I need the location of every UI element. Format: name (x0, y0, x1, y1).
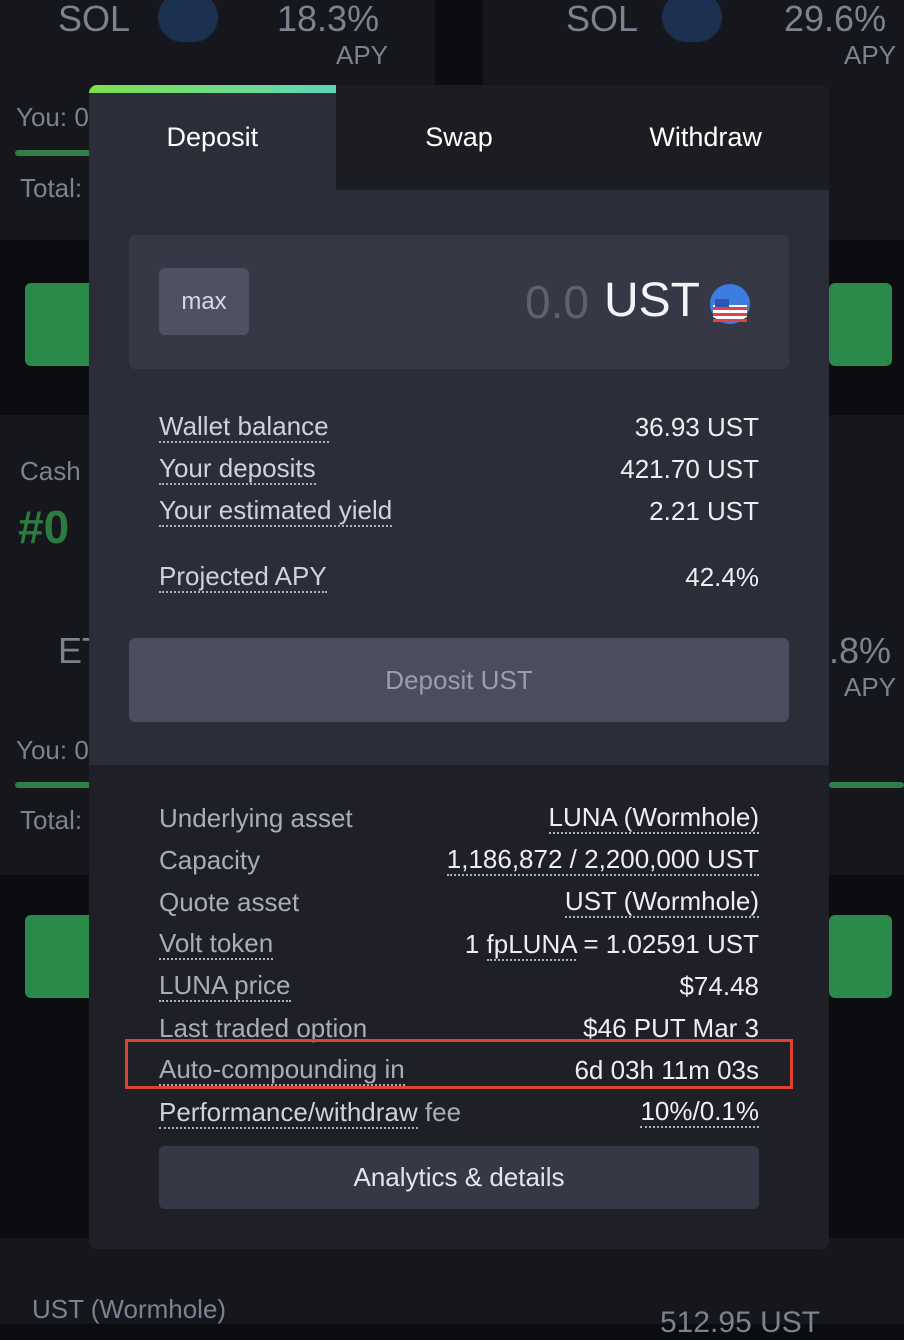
luna-price-value: $74.48 (679, 970, 759, 1001)
quote-asset-link[interactable]: UST (Wormhole) (564, 886, 759, 918)
projected-apy-label[interactable]: Projected APY (159, 561, 327, 593)
bg-deposit-button-right (829, 283, 892, 366)
underlying-asset-link[interactable]: LUNA (Wormhole) (548, 802, 759, 834)
your-deposits-row: Your deposits 421.70 UST (159, 451, 759, 487)
tab-bar: Deposit Swap Withdraw (89, 85, 829, 190)
deposit-ust-button[interactable]: Deposit UST (129, 638, 789, 722)
tab-withdraw[interactable]: Withdraw (582, 85, 829, 190)
volt-token-value: 1 fpLUNA = 1.02591 UST (464, 928, 759, 961)
currency-label: UST (604, 274, 700, 327)
volt-token-label[interactable]: Volt token (159, 928, 274, 960)
amount-input[interactable] (429, 265, 589, 339)
ust-icon (710, 284, 750, 324)
bg-apy-label-middle: APY (844, 672, 897, 702)
auto-compounding-row: Auto-compounding in 6d 03h 11m 03s (159, 1052, 759, 1088)
fee-label: Performance/withdraw fee (159, 1096, 462, 1129)
volt-token-amount: 1 (464, 928, 480, 959)
estimated-yield-row: Your estimated yield 2.21 UST (159, 493, 759, 529)
bg-usdc-icon-right (662, 0, 722, 42)
deposit-modal: Deposit Swap Withdraw max UST Wallet bal… (89, 85, 829, 1249)
bg-apy-label-right: APY (844, 40, 897, 70)
bg-you-label: You: 0 (16, 102, 89, 132)
capacity-label: Capacity (159, 844, 261, 875)
capacity-value[interactable]: 1,186,872 / 2,200,000 UST (446, 844, 759, 876)
analytics-details-button[interactable]: Analytics & details (159, 1146, 759, 1209)
vault-details-panel: Underlying asset LUNA (Wormhole) Capacit… (89, 765, 829, 1249)
bg-apy-value-middle: .8% (829, 630, 892, 671)
bg-total-label: Total: (20, 173, 83, 203)
max-button[interactable]: max (159, 268, 249, 335)
tab-swap[interactable]: Swap (336, 85, 583, 190)
quote-asset-label: Quote asset (159, 886, 300, 917)
fpluna-link[interactable]: fpLUNA (486, 928, 577, 961)
estimated-yield-value: 2.21 UST (649, 495, 759, 526)
bg-apy-value-right: 29.6% (784, 0, 887, 39)
bg-asset-label-right: SOL (566, 0, 639, 39)
projected-apy-value: 42.4% (685, 561, 759, 592)
auto-compounding-label[interactable]: Auto-compounding in (159, 1054, 405, 1086)
bg-amount-bottom: 512.95 UST (660, 1306, 821, 1339)
underlying-asset-row: Underlying asset LUNA (Wormhole) (159, 800, 759, 836)
estimated-yield-label[interactable]: Your estimated yield (159, 495, 393, 527)
bg-progress-bar-middle-right (829, 782, 904, 788)
bg-usdc-icon (158, 0, 218, 42)
bg-asset-label-bottom: UST (Wormhole) (32, 1294, 227, 1324)
bg-cash-label: Cash (20, 456, 81, 486)
projected-apy-row: Projected APY 42.4% (159, 559, 759, 595)
luna-price-label[interactable]: LUNA price (159, 970, 291, 1002)
bg-rank-label: #0 (18, 501, 70, 553)
underlying-asset-label: Underlying asset (159, 802, 353, 833)
performance-withdraw-link[interactable]: Performance/withdraw (159, 1096, 418, 1129)
bg-progress-bar-middle (15, 782, 95, 788)
bg-you-label-middle: You: 0 (16, 735, 89, 765)
fee-row: Performance/withdraw fee 10%/0.1% (159, 1094, 759, 1130)
bg-apy-value: 18.3% (277, 0, 380, 39)
your-deposits-value: 421.70 UST (620, 453, 759, 484)
bg-deposit-button-middle-right (829, 915, 892, 998)
quote-asset-row: Quote asset UST (Wormhole) (159, 884, 759, 920)
your-deposits-label[interactable]: Your deposits (159, 453, 316, 485)
volt-token-row: Volt token 1 fpLUNA = 1.02591 UST (159, 926, 759, 962)
bg-apy-label: APY (336, 40, 389, 70)
luna-price-row: LUNA price $74.48 (159, 968, 759, 1004)
wallet-balance-row: Wallet balance 36.93 UST (159, 409, 759, 445)
volt-token-rate: = 1.02591 UST (583, 928, 759, 959)
tab-deposit[interactable]: Deposit (89, 85, 336, 190)
wallet-balance-value: 36.93 UST (634, 411, 759, 442)
capacity-row: Capacity 1,186,872 / 2,200,000 UST (159, 842, 759, 878)
auto-compounding-countdown: 6d 03h 11m 03s (574, 1054, 759, 1085)
wallet-balance-label[interactable]: Wallet balance (159, 411, 329, 443)
bg-total-label-middle: Total: (20, 805, 83, 835)
bg-asset-label: SOL (58, 0, 131, 39)
amount-input-box: max UST (129, 235, 789, 369)
fee-value[interactable]: 10%/0.1% (640, 1096, 759, 1128)
fee-label-suffix: fee (424, 1096, 462, 1127)
